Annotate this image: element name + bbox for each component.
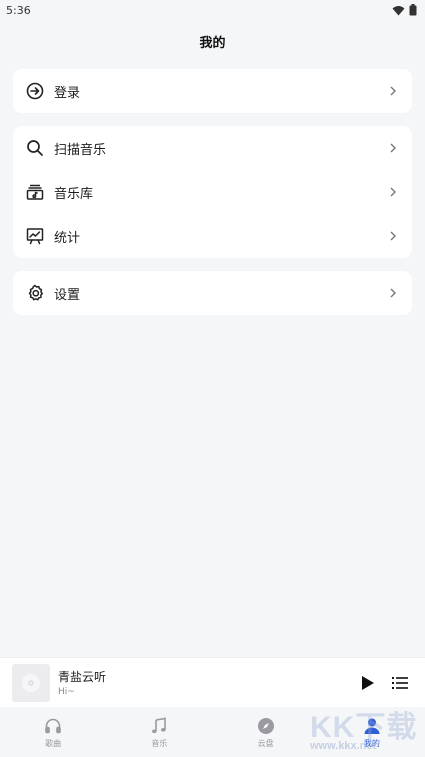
compass-icon xyxy=(256,716,276,736)
chevron-right-icon xyxy=(388,288,398,298)
disc-icon xyxy=(22,673,40,692)
play-icon xyxy=(362,675,374,690)
settings-row[interactable]: 设置 xyxy=(13,271,412,315)
tab-mine[interactable]: 我的 xyxy=(319,707,425,757)
mini-player[interactable]: 青盐云听 Hi~ xyxy=(0,657,425,707)
playlist-button[interactable] xyxy=(387,670,413,696)
headphones-icon xyxy=(43,716,63,736)
login-card: 登录 xyxy=(13,69,412,113)
wifi-icon xyxy=(392,5,405,15)
gear-icon xyxy=(26,284,44,302)
tab-mine-label: 我的 xyxy=(363,738,380,748)
settings-card: 设置 xyxy=(13,271,412,315)
tab-songs[interactable]: 歌曲 xyxy=(0,707,106,757)
music-note-icon xyxy=(149,716,169,736)
track-info: 青盐云听 Hi~ xyxy=(58,668,349,697)
tab-music-label: 音乐 xyxy=(151,738,168,748)
album-cover xyxy=(12,663,50,702)
statistics-row[interactable]: 统计 xyxy=(13,214,412,258)
playlist-icon xyxy=(392,676,408,689)
login-icon xyxy=(26,82,44,100)
login-row[interactable]: 登录 xyxy=(13,69,412,113)
login-label: 登录 xyxy=(54,85,81,101)
tab-cloud[interactable]: 云盘 xyxy=(213,707,319,757)
bottom-tab-bar: 歌曲 音乐 云盘 我的 xyxy=(0,707,425,757)
status-icons xyxy=(392,4,417,16)
tab-cloud-label: 云盘 xyxy=(257,738,274,748)
search-icon xyxy=(26,139,44,157)
scan-music-label: 扫描音乐 xyxy=(54,142,107,158)
chevron-right-icon xyxy=(388,86,398,96)
track-title: 青盐云听 xyxy=(58,670,107,684)
chevron-right-icon xyxy=(388,187,398,197)
main-card: 扫描音乐 音乐库 统计 xyxy=(13,126,412,258)
statistics-label: 统计 xyxy=(54,230,81,246)
status-time: 5:36 xyxy=(6,3,31,17)
status-bar: 5:36 xyxy=(0,0,425,20)
library-icon xyxy=(26,183,44,201)
tab-music[interactable]: 音乐 xyxy=(106,707,212,757)
settings-label: 设置 xyxy=(54,287,81,303)
music-library-row[interactable]: 音乐库 xyxy=(13,170,412,214)
track-subtitle: Hi~ xyxy=(58,687,75,697)
music-library-label: 音乐库 xyxy=(54,186,94,202)
scan-music-row[interactable]: 扫描音乐 xyxy=(13,126,412,170)
tab-songs-label: 歌曲 xyxy=(45,738,62,748)
play-button[interactable] xyxy=(355,670,381,696)
chart-icon xyxy=(26,227,44,245)
chevron-right-icon xyxy=(388,231,398,241)
page-title: 我的 xyxy=(199,35,226,51)
user-icon xyxy=(362,716,382,736)
chevron-right-icon xyxy=(388,143,398,153)
battery-icon xyxy=(409,4,417,16)
